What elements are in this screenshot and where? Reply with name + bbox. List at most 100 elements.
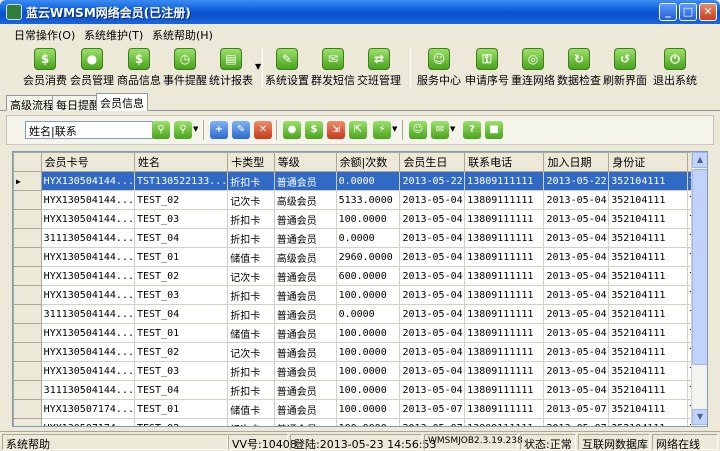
table-cell[interactable]: 普通会员	[274, 323, 337, 343]
column-header[interactable]: 身份证	[608, 152, 688, 172]
table-cell[interactable]: 2013-05-04	[543, 247, 610, 267]
table-cell[interactable]: TEST_01	[134, 323, 229, 343]
table-cell[interactable]: TEST_04	[134, 304, 229, 324]
toolbar-system-settings[interactable]: ✎ 系统设置	[264, 46, 310, 90]
import-icon[interactable]: ⇱	[349, 121, 367, 139]
table-row[interactable]: 311130504144... TEST_04 折扣卡 普通会员 0.0000 2013-…	[13, 228, 707, 248]
table-cell[interactable]: 13809111111	[464, 323, 545, 343]
table-cell[interactable]: TEST_03	[134, 285, 229, 305]
column-header[interactable]: 联系电话	[464, 152, 545, 172]
table-row[interactable]: 311130504144... TEST_04 折扣卡 普通会员 100.0000 201…	[13, 380, 707, 400]
export-icon[interactable]: ⇲	[327, 121, 345, 139]
search-input[interactable]: 姓名|联系	[25, 121, 153, 139]
row-header[interactable]	[13, 247, 42, 267]
table-cell[interactable]: 352104111	[608, 342, 688, 362]
table-cell[interactable]: 2013-05-07	[543, 418, 610, 426]
table-cell[interactable]: TEST_03	[134, 361, 229, 381]
table-row[interactable]: HYX130504144... TEST_03 折扣卡 普通会员 100.0000 201…	[13, 285, 707, 305]
table-cell[interactable]: 普通会员	[274, 361, 337, 381]
toolbar-data-check[interactable]: ↻ 数据检查	[556, 46, 602, 90]
table-cell[interactable]: 100.0000	[336, 323, 401, 343]
table-cell[interactable]: 100.0000	[336, 399, 401, 419]
sms-dropdown-icon[interactable]: ▼	[450, 125, 455, 133]
table-cell[interactable]: 100.0000	[336, 418, 401, 426]
table-cell[interactable]: 311130504144...	[41, 380, 135, 400]
close-button[interactable]: ✕	[699, 3, 717, 21]
table-cell[interactable]: 2013-05-04	[399, 247, 466, 267]
toolbar-exit[interactable]: ⏻ 退出系统	[652, 46, 698, 90]
column-header[interactable]: 余额|次数	[335, 152, 401, 172]
table-cell[interactable]: TEST_02	[134, 266, 229, 286]
column-header[interactable]: 会员卡号	[40, 152, 135, 172]
table-cell[interactable]: 普通会员	[274, 418, 337, 426]
table-row[interactable]: HYX130507174...TEST_02记次卡普通会员100.0000 201…	[13, 418, 707, 426]
table-cell[interactable]: 352104111	[608, 323, 688, 343]
table-cell[interactable]: 0.0000	[336, 304, 401, 324]
table-cell[interactable]: TEST_02	[134, 342, 229, 362]
row-header[interactable]	[13, 323, 42, 343]
delete-member-icon[interactable]: ✕	[254, 121, 272, 139]
table-cell[interactable]: 13809111111	[464, 304, 545, 324]
advanced-search-icon[interactable]: ⚲	[174, 121, 192, 139]
toolbar-event-reminder[interactable]: ◷ 事件提醒	[162, 46, 208, 90]
table-cell[interactable]: 352104111	[608, 285, 688, 305]
row-header[interactable]	[13, 228, 42, 248]
table-cell[interactable]: 普通会员	[274, 171, 337, 191]
toolbar-member-manage[interactable]: ● 会员管理	[68, 46, 116, 90]
table-cell[interactable]: 5133.0000	[336, 190, 401, 210]
tab-member-info[interactable]: 会员信息	[96, 93, 148, 111]
scroll-thumb[interactable]	[692, 169, 707, 365]
table-cell[interactable]: 记次卡	[227, 190, 275, 210]
table-cell[interactable]: 2013-05-07	[543, 399, 610, 419]
table-cell[interactable]: 2013-05-04	[543, 323, 610, 343]
tab-advanced-flow[interactable]: 高级流程	[6, 95, 58, 112]
row-header[interactable]	[13, 190, 42, 210]
table-cell[interactable]: 2013-05-04	[399, 361, 466, 381]
table-cell[interactable]: 储值卡	[227, 323, 275, 343]
column-header[interactable]: 卡类型	[227, 152, 275, 172]
table-cell[interactable]: 352104111	[608, 171, 688, 191]
row-header[interactable]	[13, 266, 42, 286]
table-cell[interactable]: 2013-05-04	[399, 323, 466, 343]
column-header[interactable]: 会员生日	[399, 152, 466, 172]
table-cell[interactable]: 100.0000	[336, 209, 401, 229]
row-header[interactable]	[13, 418, 42, 426]
table-cell[interactable]: 普通会员	[274, 304, 337, 324]
toolbar-service-center[interactable]: ☺ 服务中心	[416, 46, 462, 90]
close-panel-icon[interactable]: ■	[485, 121, 503, 139]
table-row[interactable]: HYX130504144... TEST_03 折扣卡 普通会员 100.0000 201…	[13, 361, 707, 381]
table-cell[interactable]: 普通会员	[274, 399, 337, 419]
table-cell[interactable]: 0.0000	[336, 228, 401, 248]
table-cell[interactable]: TEST_03	[134, 209, 229, 229]
table-cell[interactable]: TEST_02	[134, 190, 229, 210]
table-cell[interactable]: 0.0000	[336, 171, 401, 191]
table-cell[interactable]: TEST_04	[134, 380, 229, 400]
table-cell[interactable]: 2013-05-04	[543, 342, 610, 362]
toolbar-goods-info[interactable]: $ 商品信息	[116, 46, 162, 90]
menu-daily[interactable]: 日常操作(O)	[14, 27, 75, 43]
table-cell[interactable]: 352104111	[608, 418, 688, 426]
table-row[interactable]: HYX130504144... TEST_02 记次卡 普通会员 100.0000 201…	[13, 342, 707, 362]
search-dropdown-icon[interactable]: ▼	[193, 125, 198, 133]
table-cell[interactable]: HYX130507174...	[41, 418, 135, 426]
toolbar-bulk-sms[interactable]: ✉ 群发短信	[310, 46, 356, 90]
table-cell[interactable]: TEST_02	[134, 418, 229, 426]
toolbar-member-consume[interactable]: $ 会员消费	[22, 46, 68, 90]
row-header[interactable]	[13, 209, 42, 229]
table-cell[interactable]: TEST_01	[134, 399, 229, 419]
table-cell[interactable]: 折扣卡	[227, 228, 275, 248]
table-cell[interactable]: 折扣卡	[227, 209, 275, 229]
table-cell[interactable]: 折扣卡	[227, 380, 275, 400]
table-cell[interactable]: 2013-05-04	[543, 228, 610, 248]
table-row[interactable]: HYX130504144... TEST_01 储值卡 高级会员 2960.0000 20…	[13, 247, 707, 267]
row-header[interactable]	[13, 304, 42, 324]
table-cell[interactable]: 2013-05-04	[543, 304, 610, 324]
table-cell[interactable]: 352104111	[608, 209, 688, 229]
table-cell[interactable]: 100.0000	[336, 380, 401, 400]
minimize-button[interactable]: _	[659, 3, 677, 21]
table-cell[interactable]: 2013-05-04	[543, 190, 610, 210]
table-cell[interactable]: 2013-05-04	[543, 209, 610, 229]
table-cell[interactable]: 记次卡	[227, 418, 275, 426]
table-row[interactable]: ▶ HYX130504144... TST130522133... 折扣卡 普通会员 0.…	[13, 171, 707, 191]
toolbar-apply-serial[interactable]: ⚿ 申请序号	[464, 46, 510, 90]
